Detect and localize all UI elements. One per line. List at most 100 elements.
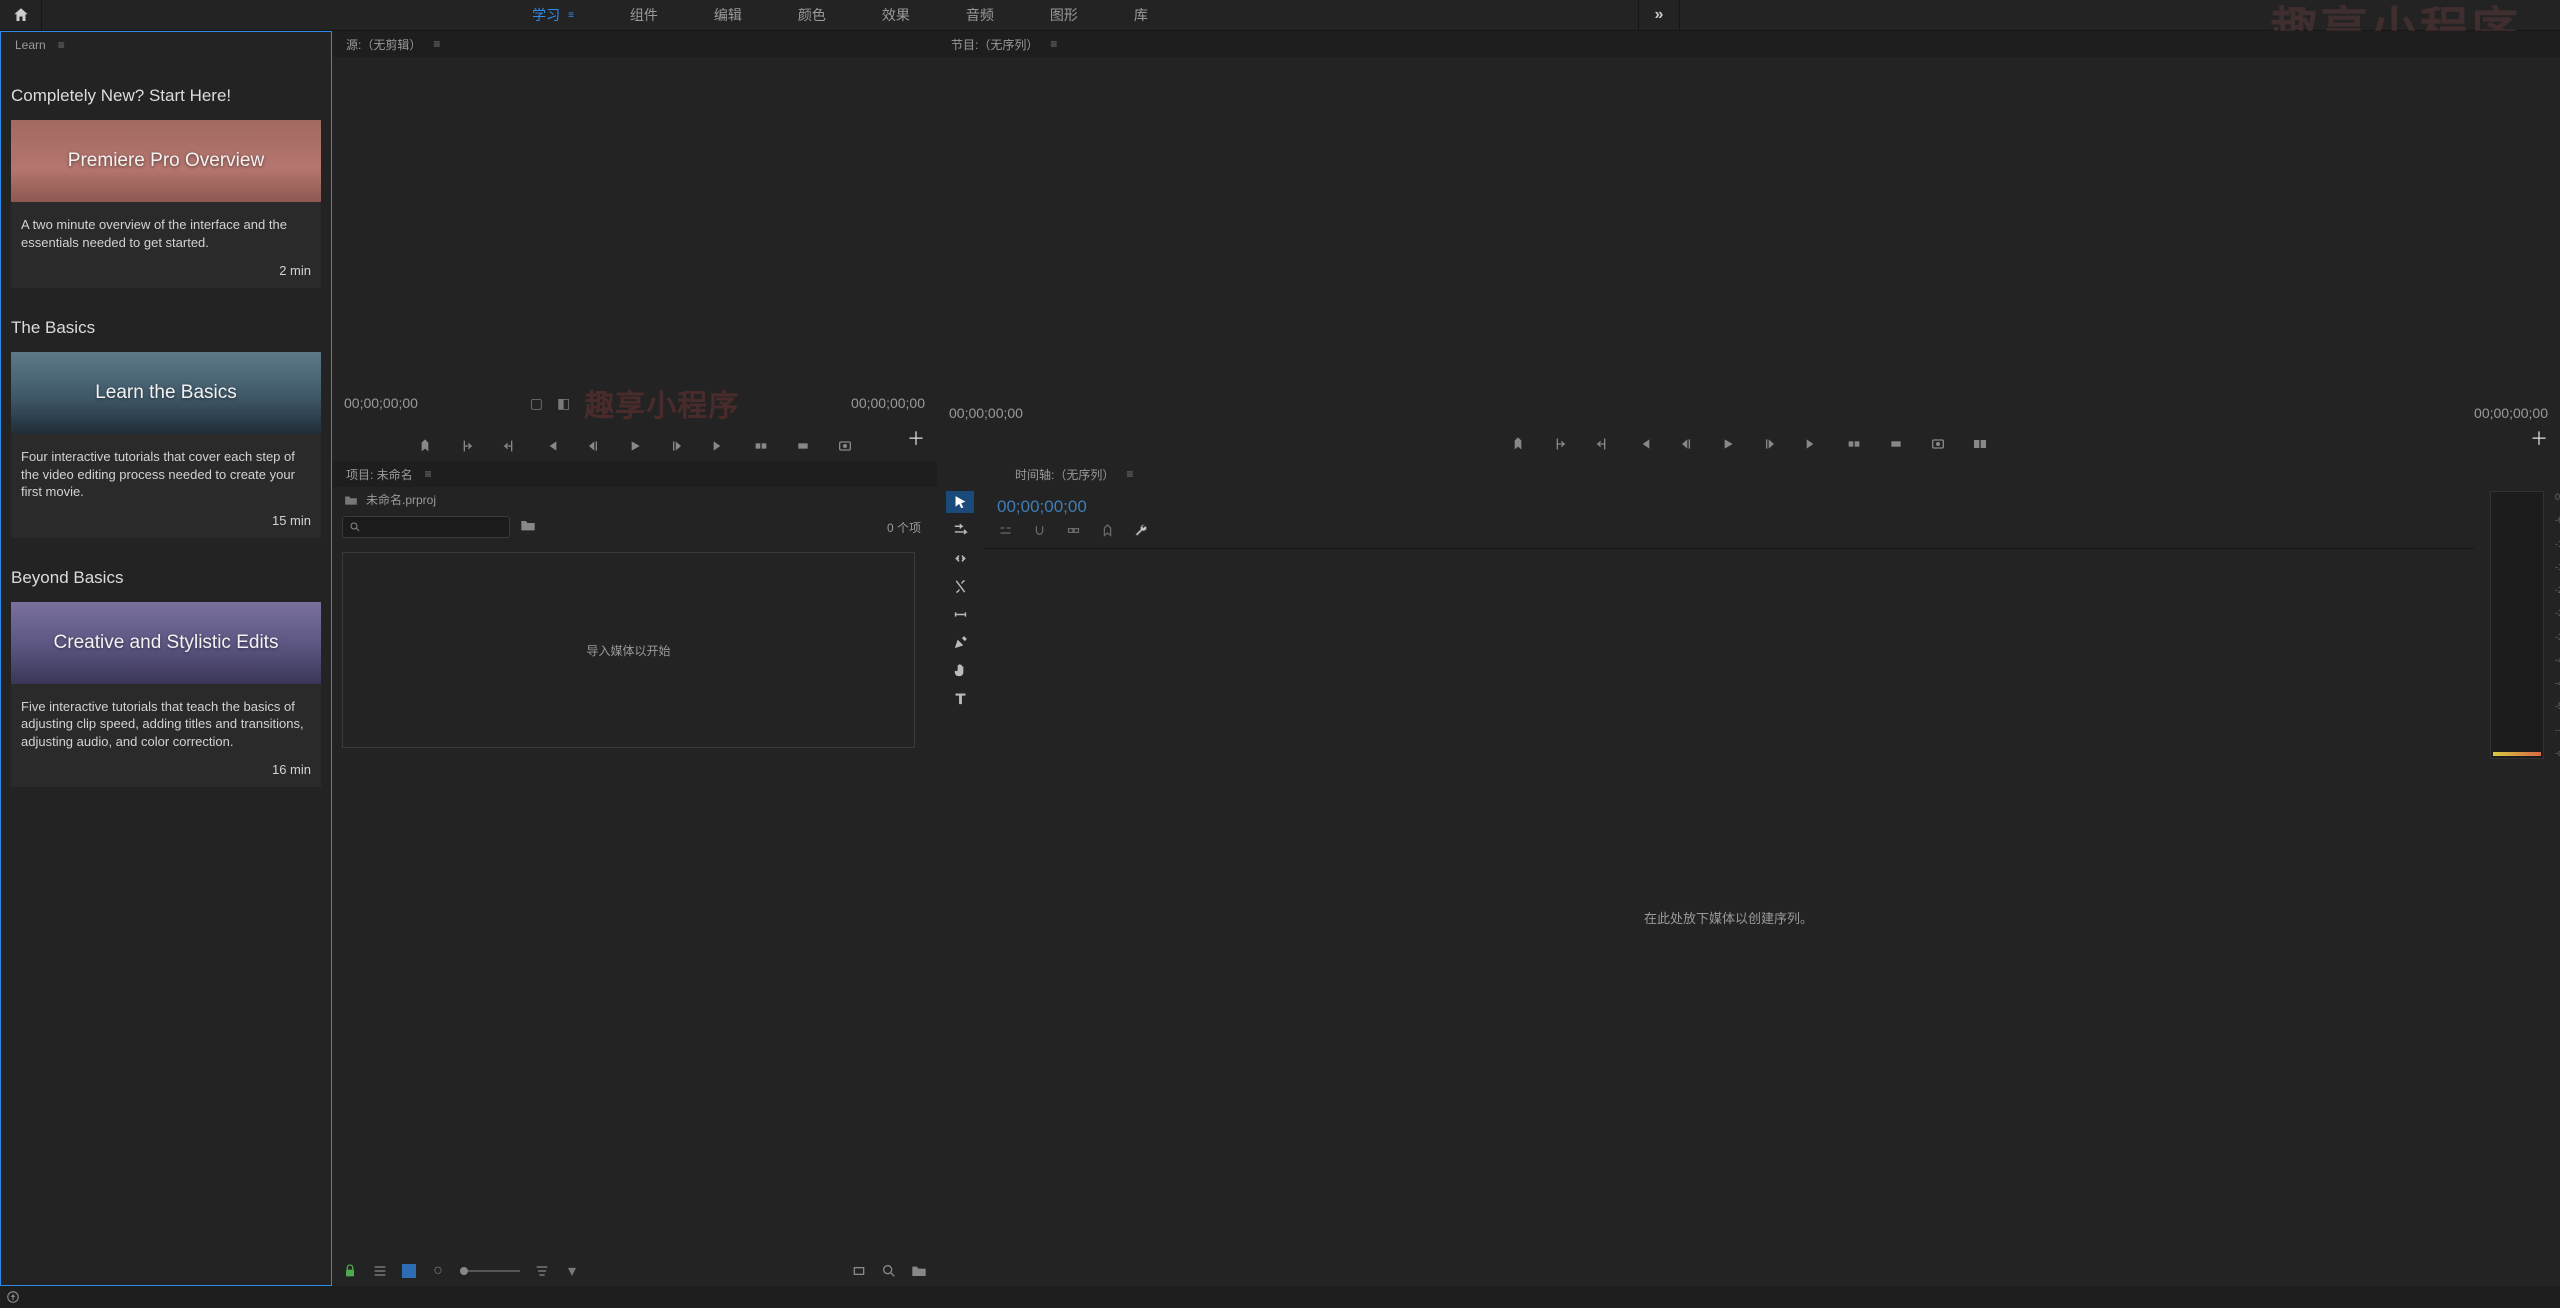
source-panel-tab[interactable]: 源:（无剪辑） ≡ — [332, 31, 937, 57]
filter-bin-icon[interactable] — [520, 518, 536, 537]
snap-icon[interactable] — [1031, 523, 1047, 539]
razor-tool[interactable] — [946, 575, 974, 597]
workspace-tab-graphics[interactable]: 图形 — [1022, 0, 1106, 30]
play-icon[interactable] — [1719, 435, 1737, 453]
learn-card-creative[interactable]: Creative and Stylistic Edits Five intera… — [11, 602, 321, 788]
workspace-tab-editing[interactable]: 编辑 — [686, 0, 770, 30]
marker-icon[interactable] — [1509, 435, 1527, 453]
learn-card-title: Learn the Basics — [95, 382, 237, 404]
type-tool[interactable] — [946, 687, 974, 709]
slip-tool[interactable] — [946, 603, 974, 625]
new-item-icon[interactable] — [911, 1263, 927, 1279]
icon-view-icon[interactable] — [402, 1264, 416, 1278]
learn-content: Completely New? Start Here! Premiere Pro… — [1, 58, 331, 1285]
audio-meter[interactable]: 0 -6 -12 -18 -24 -30 -36 -42 -48 -54 -- … — [2490, 491, 2544, 759]
status-info-icon[interactable] — [6, 1290, 20, 1304]
pen-tool[interactable] — [946, 631, 974, 653]
hand-tool[interactable] — [946, 659, 974, 681]
in-point-icon[interactable] — [458, 437, 476, 455]
out-point-icon[interactable] — [500, 437, 518, 455]
program-tc-in[interactable]: 00;00;00;00 — [949, 405, 1023, 421]
source-tc-in[interactable]: 00;00;00;00 — [344, 395, 418, 411]
export-frame-icon[interactable] — [1929, 435, 1947, 453]
zoom-slider[interactable] — [460, 1270, 520, 1272]
project-panel-tab[interactable]: 项目: 未命名 ≡ — [332, 461, 937, 487]
marker-add-icon[interactable] — [1099, 523, 1115, 539]
find-icon[interactable] — [851, 1263, 867, 1279]
panel-menu-icon[interactable]: ≡ — [433, 37, 440, 51]
fit-icon[interactable]: ▢ — [530, 395, 543, 412]
workspace-tab-color[interactable]: 颜色 — [770, 0, 854, 30]
automate-to-seq-icon[interactable]: ▾ — [564, 1263, 580, 1279]
learn-card-title: Creative and Stylistic Edits — [54, 632, 279, 654]
workspace-tab-effects[interactable]: 效果 — [854, 0, 938, 30]
button-editor-icon[interactable]: ＋ — [907, 425, 925, 451]
timeline-settings-icon[interactable] — [1133, 523, 1149, 539]
comparison-view-icon[interactable] — [1971, 435, 1989, 453]
linked-selection-icon[interactable] — [1065, 523, 1081, 539]
project-search-input[interactable] — [342, 516, 510, 538]
workspace-bar: 学习≡ 组件 编辑 颜色 效果 音频 图形 库 » 趣享小程序 — [0, 0, 2560, 31]
step-back-icon[interactable] — [584, 437, 602, 455]
write-lock-icon[interactable] — [342, 1263, 358, 1279]
new-bin-icon[interactable] — [881, 1263, 897, 1279]
in-point-icon[interactable] — [1551, 435, 1569, 453]
workspace-overflow-button[interactable]: » — [1638, 0, 1680, 30]
export-frame-icon[interactable] — [836, 437, 854, 455]
learn-panel-tab[interactable]: Learn ≡ — [1, 32, 331, 58]
learn-section-title-1: The Basics — [11, 318, 321, 338]
selection-tool[interactable] — [946, 491, 974, 513]
ripple-edit-tool[interactable] — [946, 547, 974, 569]
step-fwd-icon[interactable] — [668, 437, 686, 455]
half-res-icon[interactable]: ◧ — [557, 395, 570, 412]
sort-icon[interactable] — [534, 1263, 550, 1279]
go-to-in-icon[interactable] — [1635, 435, 1653, 453]
project-dropzone[interactable]: 导入媒体以开始 — [342, 552, 915, 748]
track-select-tool[interactable] — [946, 519, 974, 541]
go-to-out-icon[interactable] — [1803, 435, 1821, 453]
workspace-tab-assembly[interactable]: 组件 — [602, 0, 686, 30]
step-fwd-icon[interactable] — [1761, 435, 1779, 453]
program-tc-out[interactable]: 00;00;00;00 — [2474, 405, 2548, 421]
freeform-view-icon[interactable]: ○ — [430, 1263, 446, 1279]
go-to-in-icon[interactable] — [542, 437, 560, 455]
timeline-dropzone[interactable]: 在此处放下媒体以创建序列。 — [983, 549, 2474, 1286]
learn-card-desc: A two minute overview of the interface a… — [11, 202, 321, 259]
dropzone-label: 导入媒体以开始 — [586, 642, 670, 659]
step-back-icon[interactable] — [1677, 435, 1695, 453]
source-tc-out[interactable]: 00;00;00;00 — [851, 395, 925, 411]
project-search-row: 0 个项 — [332, 512, 937, 542]
panel-menu-icon[interactable]: ≡ — [1050, 37, 1057, 51]
go-to-out-icon[interactable] — [710, 437, 728, 455]
timeline-panel-tab[interactable]: 时间轴:（无序列） ≡ — [983, 461, 2474, 487]
workspace-tab-libraries[interactable]: 库 — [1106, 0, 1176, 30]
timeline-timecode[interactable]: 00;00;00;00 — [993, 497, 2464, 517]
source-tab-label: 源:（无剪辑） — [342, 32, 425, 57]
tools-panel — [937, 461, 983, 1286]
workspace-tab-audio[interactable]: 音频 — [938, 0, 1022, 30]
nest-icon[interactable] — [997, 523, 1013, 539]
learn-card-overview[interactable]: Premiere Pro Overview A two minute overv… — [11, 120, 321, 288]
panel-menu-icon[interactable]: ≡ — [1126, 467, 1133, 481]
marker-icon[interactable] — [416, 437, 434, 455]
learn-panel: Learn ≡ Completely New? Start Here! Prem… — [0, 31, 332, 1286]
project-panel: 项目: 未命名 ≡ 未命名.prproj 0 个项 导入媒体以开始 — [332, 461, 937, 1286]
play-icon[interactable] — [626, 437, 644, 455]
button-editor-icon[interactable]: ＋ — [2530, 425, 2548, 451]
learn-card-basics[interactable]: Learn the Basics Four interactive tutori… — [11, 352, 321, 538]
overwrite-icon[interactable] — [794, 437, 812, 455]
home-button[interactable] — [0, 0, 42, 30]
panel-menu-icon[interactable]: ≡ — [58, 38, 65, 52]
learn-card-title: Premiere Pro Overview — [68, 150, 264, 172]
learn-card-time: 15 min — [11, 509, 321, 538]
workspace-tab-learn[interactable]: 学习≡ — [504, 0, 602, 30]
extract-icon[interactable] — [1887, 435, 1905, 453]
program-panel-tab[interactable]: 节目:（无序列） ≡ — [937, 31, 2560, 57]
insert-icon[interactable] — [752, 437, 770, 455]
lift-icon[interactable] — [1845, 435, 1863, 453]
source-monitor-view: 00;00;00;00 ▢◧趣享小程序 00;00;00;00 — [332, 57, 937, 461]
list-view-icon[interactable] — [372, 1263, 388, 1279]
panel-menu-icon[interactable]: ≡ — [425, 467, 432, 481]
project-file-name: 未命名.prproj — [366, 491, 436, 508]
out-point-icon[interactable] — [1593, 435, 1611, 453]
